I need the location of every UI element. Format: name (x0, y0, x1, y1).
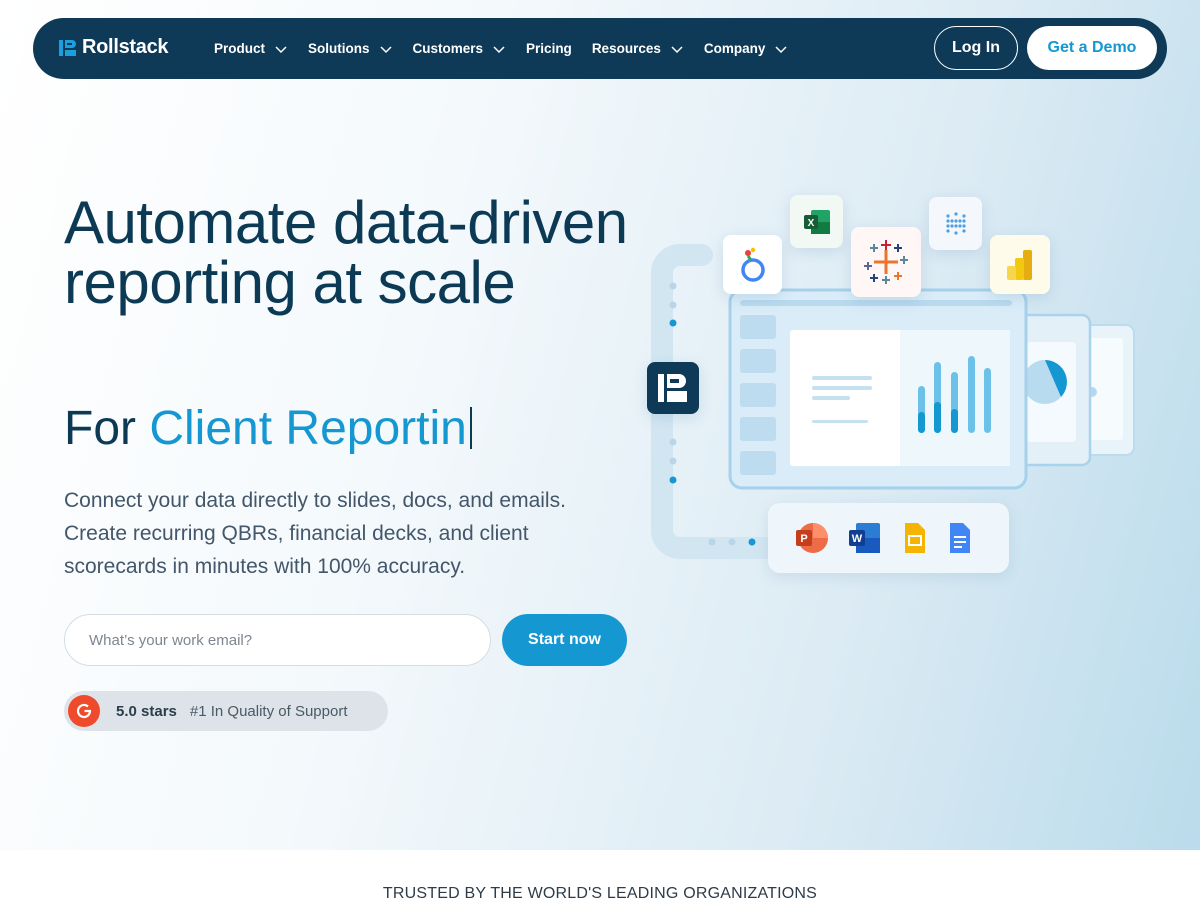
destinations-tray: P W (768, 503, 1009, 573)
looker-studio-icon (723, 235, 782, 294)
nav-item-customers[interactable]: Customers (413, 41, 507, 56)
excel-icon: X (790, 195, 843, 248)
hero-title: Automate data-driven reporting at scale (64, 189, 628, 316)
rating-quality: #1 In Quality of Support (189, 702, 348, 720)
nav-item-label: Resources (591, 41, 661, 56)
nav-item-label: Product (214, 41, 266, 56)
power-bi-glyph-icon (1007, 249, 1032, 280)
metabase-glyph-icon (945, 211, 966, 235)
nav-item-pricing[interactable]: Pricing (526, 41, 572, 56)
nav-item-company[interactable]: Company (704, 41, 789, 56)
hero-illustration: X P W (640, 190, 1140, 580)
trusted-heading: TRUSTED BY THE WORLD'S LEADING ORGANIZAT… (382, 885, 818, 900)
nav-item-product[interactable]: Product (214, 41, 288, 56)
svg-text:X: X (807, 218, 814, 229)
rating-stars: 5.0 stars (116, 702, 177, 720)
chevron-down-icon (275, 45, 287, 53)
chevron-down-icon (671, 45, 683, 53)
metabase-icon (929, 197, 982, 250)
tableau-glyph-icon (864, 240, 908, 284)
tableau-icon (851, 227, 921, 297)
hero-subtitle: For Client Reportin (64, 402, 472, 456)
typing-caret (469, 407, 472, 449)
g2-rating-badge[interactable]: 5.0 stars #1 In Quality of Support (64, 691, 388, 731)
chevron-down-icon (775, 45, 787, 53)
hero-subtitle-accent: Client Reportin (149, 402, 467, 455)
g2-mark-icon (76, 703, 92, 719)
rollstack-hub-icon (647, 362, 699, 414)
google-slides-icon (904, 523, 925, 553)
word-icon: W (848, 523, 880, 553)
nav-item-solutions[interactable]: Solutions (308, 41, 393, 56)
nav-menu: Product Solutions Customers Pricing Reso… (214, 18, 808, 79)
logo-text: Rollstack (82, 36, 169, 58)
excel-glyph-icon: X (803, 209, 830, 234)
login-button[interactable]: Log In (934, 26, 1018, 70)
svg-text:W: W (851, 533, 862, 545)
get-demo-button[interactable]: Get a Demo (1027, 26, 1157, 70)
power-bi-icon (990, 235, 1050, 294)
powerpoint-icon: P (795, 523, 828, 553)
nav-item-label: Customers (412, 41, 484, 56)
work-email-input[interactable] (64, 614, 491, 666)
rollstack-mark-icon (658, 374, 687, 402)
rollstack-logo-icon (59, 39, 76, 56)
start-now-button[interactable]: Start now (502, 614, 627, 666)
top-nav: Rollstack Product Solutions Customers Pr… (33, 18, 1167, 79)
destination-icons: P W (795, 523, 970, 553)
nav-item-resources[interactable]: Resources (592, 41, 684, 56)
svg-text:P: P (800, 533, 807, 545)
nav-item-label: Pricing (526, 41, 572, 56)
hero-description: Connect your data directly to slides, do… (64, 489, 566, 578)
chevron-down-icon (379, 45, 392, 53)
nav-item-label: Company (703, 41, 766, 56)
nav-item-label: Solutions (308, 41, 370, 56)
g2-logo-icon (68, 695, 100, 727)
looker-glyph-icon (740, 247, 765, 282)
hero-subtitle-prefix: For (64, 402, 150, 455)
logo[interactable]: Rollstack (58, 36, 169, 59)
chevron-down-icon (493, 45, 505, 53)
google-docs-icon (949, 523, 970, 553)
